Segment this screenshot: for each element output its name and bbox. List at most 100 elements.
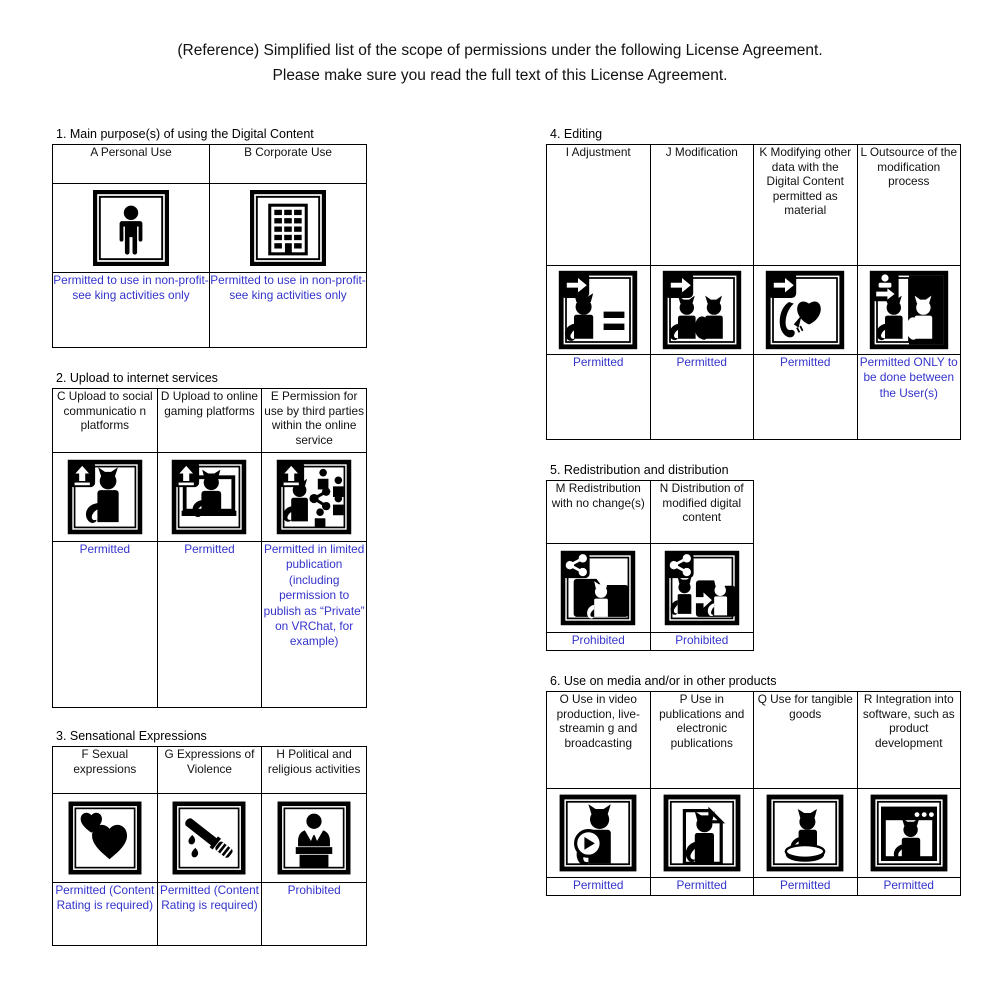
section-6: 6. Use on media and/or in other products… [546, 673, 961, 896]
table-row-header: F Sexual expressions G Expressions of Vi… [52, 746, 367, 794]
cell-header-K: K Modifying other data with the Digital … [753, 144, 858, 266]
cell-header-H: H Political and religious activities [261, 746, 367, 794]
arrow-cat-tail-ribbon-icon [754, 266, 857, 354]
section-1: 1. Main purpose(s) of using the Digital … [52, 126, 367, 348]
cell-icon-J [649, 265, 754, 355]
left-column: 1. Main purpose(s) of using the Digital … [52, 126, 367, 946]
cell-icon-K [753, 265, 858, 355]
table-row-permissions: Permitted (Content Rating is required) P… [52, 882, 367, 946]
table-row-permissions: Prohibited Prohibited [546, 632, 754, 651]
table-row-icons [52, 452, 367, 542]
share-folder-cat-icon [547, 544, 650, 632]
cell-permission-N: Prohibited [649, 632, 754, 651]
upload-cat-monitor-icon [158, 453, 262, 541]
cell-permission-K: Permitted [753, 354, 858, 440]
cell-permission-M: Prohibited [546, 632, 651, 651]
cell-permission-Q: Permitted [753, 877, 858, 896]
cell-permission-R: Permitted [856, 877, 961, 896]
office-building-icon [210, 184, 366, 272]
cell-header-M: M Redistribution with no change(s) [546, 480, 651, 544]
section-5-title: 5. Redistribution and distribution [550, 463, 729, 477]
cell-header-N: N Distribution of modified digital conte… [649, 480, 754, 544]
cell-icon-A [52, 183, 210, 273]
section-4-table: I Adjustment J Modification K Modifying … [546, 144, 961, 440]
share-folder-modified-cat-icon [651, 544, 754, 632]
right-column: 4. Editing I Adjustment J Modification K… [546, 126, 961, 896]
cell-icon-R [856, 788, 961, 878]
cell-header-G: G Expressions of Violence [156, 746, 263, 794]
table-row-header: O Use in video production, live-streamin… [546, 691, 961, 789]
cat-app-window-icon [858, 789, 961, 877]
cell-permission-H: Prohibited [261, 882, 367, 946]
cell-icon-I [546, 265, 651, 355]
cell-icon-E [261, 452, 367, 542]
table-row-icons [52, 793, 367, 883]
cell-permission-A: Permitted to use in non-profit-see king … [52, 272, 210, 348]
upload-cat-share-people-icon [262, 453, 366, 541]
section-4: 4. Editing I Adjustment J Modification K… [546, 126, 961, 440]
two-hearts-icon [53, 794, 157, 882]
table-row-permissions: Permitted to use in non-profit-see king … [52, 272, 367, 348]
cell-header-J: J Modification [649, 144, 754, 266]
cell-permission-P: Permitted [649, 877, 754, 896]
cell-header-A: A Personal Use [52, 144, 210, 184]
cell-header-P: P Use in publications and electronic pub… [649, 691, 754, 789]
section-5-table: M Redistribution with no change(s) N Dis… [546, 480, 754, 651]
cell-permission-F: Permitted (Content Rating is required) [52, 882, 158, 946]
cell-icon-G [156, 793, 263, 883]
cell-header-C: C Upload to social communicatio n platfo… [52, 388, 158, 453]
cat-figurine-icon [754, 789, 857, 877]
person-icon [53, 184, 209, 272]
cell-header-E: E Permission for use by third parties wi… [261, 388, 367, 453]
table-row-icons [546, 543, 754, 633]
section-6-title: 6. Use on media and/or in other products [550, 674, 777, 688]
cell-permission-G: Permitted (Content Rating is required) [156, 882, 263, 946]
cat-document-icon [651, 789, 754, 877]
section-6-table: O Use in video production, live-streamin… [546, 691, 961, 896]
cell-icon-B [209, 183, 367, 273]
cell-header-L: L Outsource of the modification process [856, 144, 961, 266]
section-1-table: A Personal Use B Corporate Use Permitted… [52, 144, 367, 348]
cell-icon-C [52, 452, 158, 542]
table-row-header: M Redistribution with no change(s) N Dis… [546, 480, 754, 544]
section-2-table: C Upload to social communicatio n platfo… [52, 388, 367, 708]
arrow-cat-equals-icon [547, 266, 650, 354]
arrow-cat-to-cat-icon [651, 266, 754, 354]
cell-header-D: D Upload to online gaming platforms [156, 388, 263, 453]
cell-header-O: O Use in video production, live-streamin… [546, 691, 651, 789]
cell-header-Q: Q Use for tangible goods [753, 691, 858, 789]
handoff-two-cats-icon [858, 266, 961, 354]
cell-header-R: R Integration into software, such as pro… [856, 691, 961, 789]
cell-icon-P [649, 788, 754, 878]
bloody-knife-icon [158, 794, 262, 882]
table-row-permissions: Permitted Permitted Permitted in limited… [52, 541, 367, 708]
section-3-table: F Sexual expressions G Expressions of Vi… [52, 746, 367, 946]
cell-permission-I: Permitted [546, 354, 651, 440]
section-3-title: 3. Sensational Expressions [56, 729, 207, 743]
cell-icon-N [649, 543, 754, 633]
cell-icon-D [156, 452, 263, 542]
section-2-title: 2. Upload to internet services [56, 371, 218, 385]
upload-cat-icon [53, 453, 157, 541]
cell-permission-D: Permitted [156, 541, 263, 708]
cell-permission-O: Permitted [546, 877, 651, 896]
section-5: 5. Redistribution and distribution M Red… [546, 462, 754, 651]
section-4-title: 4. Editing [550, 127, 603, 141]
cell-icon-O [546, 788, 651, 878]
table-row-header: C Upload to social communicatio n platfo… [52, 388, 367, 453]
cell-icon-L [856, 265, 961, 355]
table-row-permissions: Permitted Permitted Permitted Permitted … [546, 354, 961, 440]
cat-play-button-icon [547, 789, 650, 877]
cell-permission-B: Permitted to use in non-profit-see king … [209, 272, 367, 348]
table-row-header: I Adjustment J Modification K Modifying … [546, 144, 961, 266]
cell-permission-C: Permitted [52, 541, 158, 708]
cell-permission-E: Permitted in limited publication (includ… [261, 541, 367, 708]
table-row-icons [546, 265, 961, 355]
page-title-line1: (Reference) Simplified list of the scope… [177, 42, 823, 59]
cell-icon-M [546, 543, 651, 633]
table-row-icons [546, 788, 961, 878]
